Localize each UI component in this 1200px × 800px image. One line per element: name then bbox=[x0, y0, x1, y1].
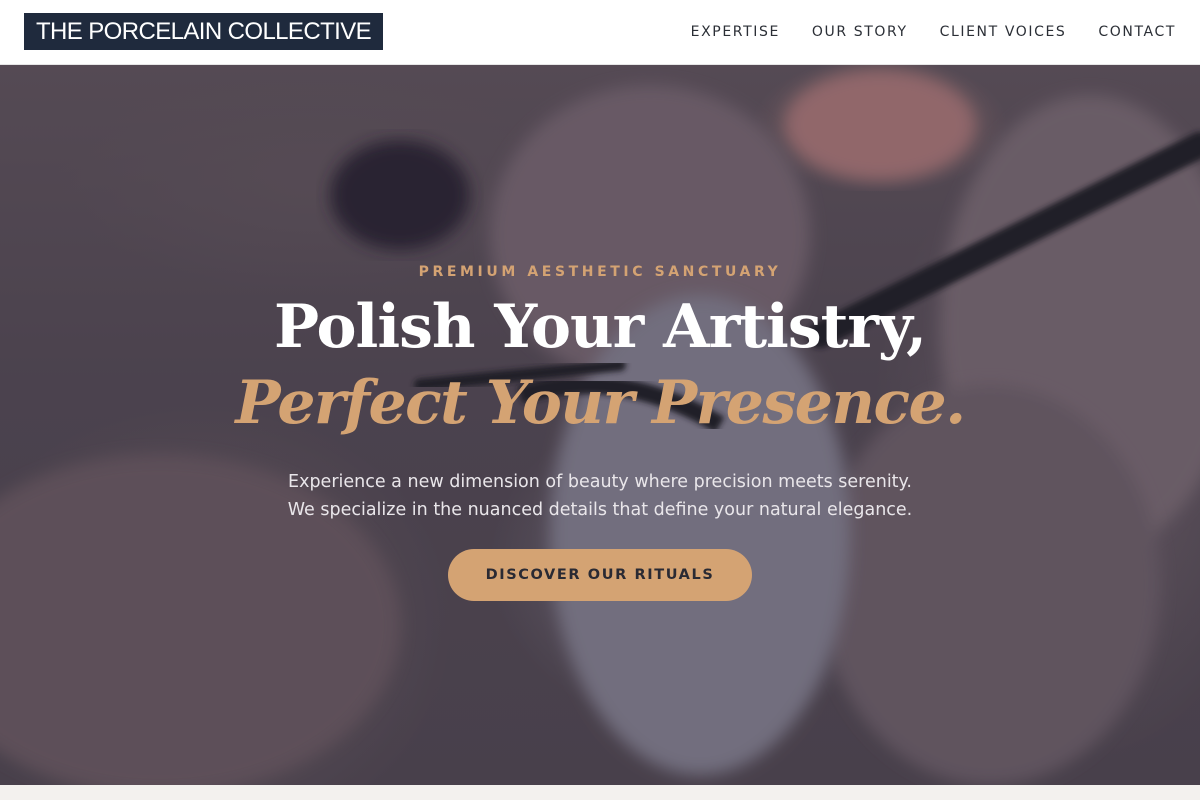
nav-link-contact[interactable]: CONTACT bbox=[1098, 24, 1176, 40]
brand-logo[interactable]: THE PORCELAIN COLLECTIVE bbox=[24, 13, 384, 50]
discover-rituals-button[interactable]: DISCOVER OUR RITUALS bbox=[448, 549, 752, 601]
site-header: THE PORCELAIN COLLECTIVE EXPERTISE OUR S… bbox=[0, 0, 1200, 65]
nav-link-expertise[interactable]: EXPERTISE bbox=[691, 24, 780, 40]
hero-section: PREMIUM AESTHETIC SANCTUARY Polish Your … bbox=[0, 65, 1200, 785]
hero-description: Experience a new dimension of beauty whe… bbox=[250, 468, 950, 524]
hero-description-line-2: We specialize in the nuanced details tha… bbox=[287, 500, 913, 520]
nav-link-client-voices[interactable]: CLIENT VOICES bbox=[940, 24, 1067, 40]
hero-headline-line-1: Polish Your Artistry, bbox=[274, 292, 927, 362]
hero-eyebrow: PREMIUM AESTHETIC SANCTUARY bbox=[418, 264, 782, 280]
hero-content: PREMIUM AESTHETIC SANCTUARY Polish Your … bbox=[0, 65, 1200, 785]
main-nav: EXPERTISE OUR STORY CLIENT VOICES CONTAC… bbox=[691, 0, 1176, 64]
next-section-edge bbox=[0, 785, 1200, 800]
hero-description-line-1: Experience a new dimension of beauty whe… bbox=[288, 472, 912, 492]
nav-link-our-story[interactable]: OUR STORY bbox=[812, 24, 908, 40]
hero-headline-line-2: Perfect Your Presence. bbox=[235, 368, 966, 438]
